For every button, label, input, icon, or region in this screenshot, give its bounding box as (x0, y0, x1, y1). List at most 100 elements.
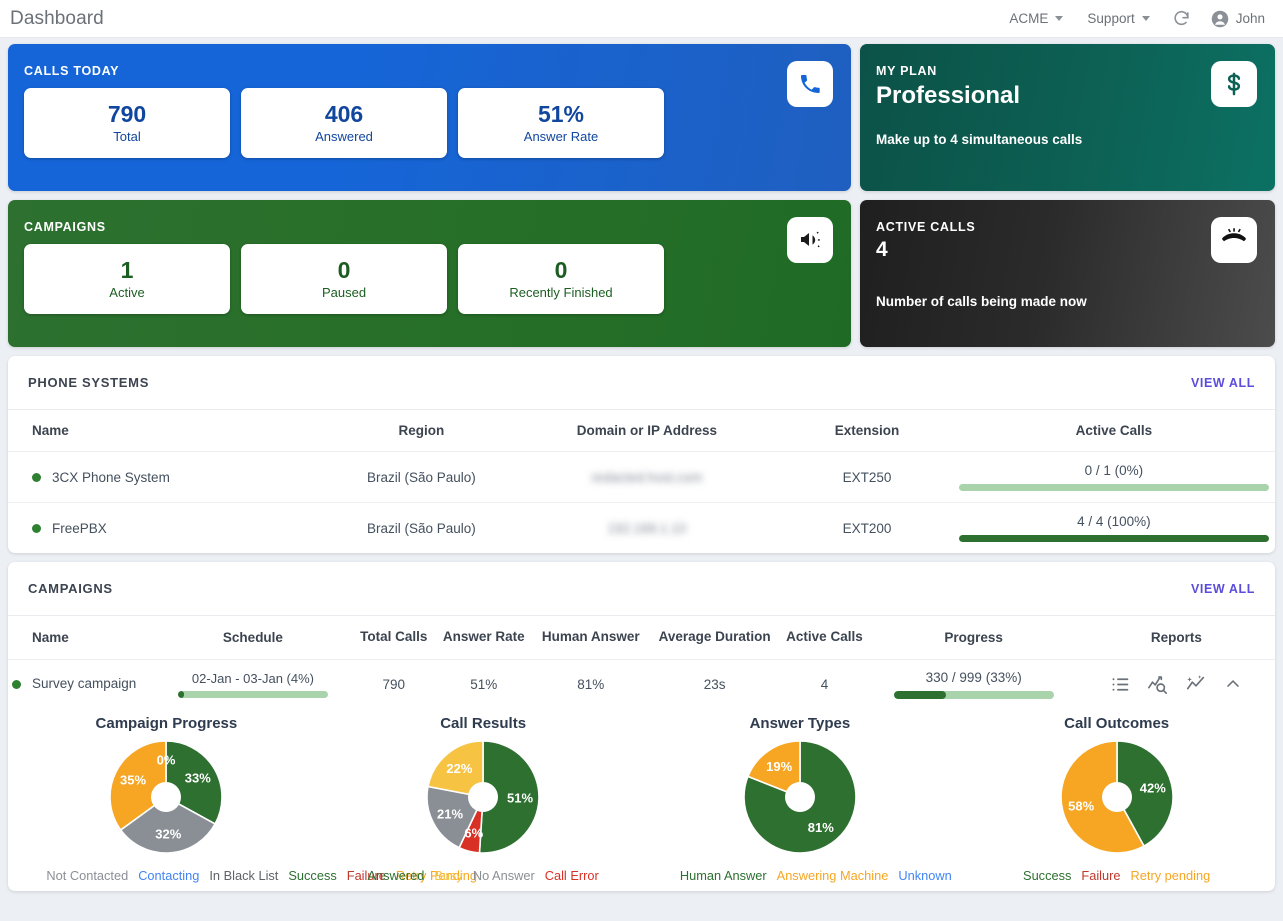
campaigns-view-all[interactable]: VIEW ALL (1191, 582, 1255, 596)
legend-item[interactable]: Unknown (898, 868, 951, 883)
donut-chart: 42% 58% (1058, 738, 1176, 856)
legend-item[interactable]: Contacting (138, 868, 199, 883)
active-calls-label: ACTIVE CALLS (876, 220, 976, 234)
svg-text:81%: 81% (808, 820, 834, 835)
chart-title: Campaign Progress (95, 714, 238, 732)
chart-legend: Not Contacted Contacting In Black List Succ… (41, 864, 477, 887)
dollar-icon (1211, 61, 1257, 107)
legend-item[interactable]: Call Error (545, 868, 599, 883)
column-header-active-calls: Active Calls (779, 616, 870, 660)
legend-item[interactable]: Failure (1081, 868, 1120, 883)
megaphone-icon (787, 217, 833, 263)
campaigns-panel-header: CAMPAIGNS VIEW ALL (8, 562, 1275, 616)
legend-item[interactable]: Busy (434, 868, 462, 883)
my-plan-card[interactable]: MY PLAN Professional Make up to 4 simult… (860, 44, 1275, 191)
chart-call-outcomes: Call Outcomes 42% 58% Success Failure Retry… (958, 715, 1275, 887)
column-header-reports: Reports (1077, 616, 1275, 660)
summary-cards-row-1: CALLS TODAY 790 Total 406 Answered 51% A… (8, 44, 1275, 191)
chart-search-icon[interactable] (1147, 673, 1169, 695)
chevron-down-icon (1141, 16, 1150, 21)
active-calls-card[interactable]: ACTIVE CALLS 4 Number of calls being mad… (860, 200, 1275, 347)
phone-systems-view-all[interactable]: VIEW ALL (1191, 376, 1255, 390)
legend-item[interactable]: Retry pending (1131, 868, 1211, 883)
campaign-charts: Campaign Progress 33% 32% 35% 0% Not Contac… (8, 709, 1275, 891)
status-dot-online (32, 472, 41, 482)
phone-systems-header: PHONE SYSTEMS VIEW ALL (8, 356, 1275, 410)
column-header-name: Name (8, 410, 331, 452)
summary-cards-row-2: CAMPAIGNS 1 Active 0 Paused 0 Recently F… (8, 200, 1275, 347)
phone-system-region: Brazil (São Paulo) (366, 469, 476, 485)
campaign-total-calls: 790 (382, 676, 405, 692)
account-selector[interactable]: ACME (997, 7, 1075, 30)
svg-text:19%: 19% (766, 759, 792, 774)
refresh-icon (1174, 10, 1189, 26)
chart-legend: Success Failure Retry pending (1018, 864, 1215, 887)
campaigns-panel: CAMPAIGNS VIEW ALL Name Schedule Total C… (8, 562, 1275, 892)
chevron-up-icon[interactable] (1223, 674, 1243, 694)
refresh-button[interactable] (1162, 5, 1201, 32)
support-menu[interactable]: Support (1075, 7, 1161, 30)
phone-systems-panel: PHONE SYSTEMS VIEW ALL Name Region Domai… (8, 356, 1275, 553)
support-menu-label: Support (1087, 11, 1135, 26)
avatar-icon (1211, 10, 1228, 27)
column-header-answer-rate: Answer Rate (435, 616, 532, 660)
phone-system-name-cell: 3CX Phone System (32, 470, 324, 485)
phone-systems-title: PHONE SYSTEMS (28, 375, 150, 390)
phone-system-name: FreePBX (52, 520, 107, 536)
svg-text:35%: 35% (120, 773, 146, 788)
campaign-schedule-text: 02-Jan - 03-Jan (4%) (191, 670, 314, 686)
calls-today-label: CALLS TODAY (24, 64, 120, 78)
campaigns-summary-card[interactable]: CAMPAIGNS 1 Active 0 Paused 0 Recently F… (8, 200, 851, 347)
call-log-icon[interactable] (1110, 674, 1131, 695)
status-dot-online (32, 523, 41, 533)
table-row[interactable]: 3CX Phone System Brazil (São Paulo) reda… (8, 451, 1275, 503)
legend-item[interactable]: Answering Machine (777, 868, 889, 883)
page-title: Dashboard (10, 7, 104, 29)
column-header-schedule: Schedule (154, 616, 352, 660)
table-row[interactable]: FreePBX Brazil (São Paulo) 192.168.1.10 … (8, 502, 1275, 554)
column-header-average-duration: Average Duration (649, 616, 780, 660)
chart-title: Call Results (440, 714, 527, 732)
legend-item[interactable]: Human Answer (680, 868, 767, 883)
legend-item[interactable]: Success (1023, 868, 1071, 883)
campaigns-summary-label: CAMPAIGNS (24, 220, 106, 234)
chart-call-results: Call Results 51% 6% 21% 22% Answered Busy No … (325, 715, 642, 887)
campaign-average-duration: 23s (703, 676, 726, 692)
legend-item[interactable]: No Answer (473, 868, 535, 883)
legend-item[interactable]: Not Contacted (46, 868, 128, 883)
phone-system-name: 3CX Phone System (52, 469, 170, 485)
svg-text:0%: 0% (157, 752, 176, 767)
stat-label: Recently Finished (509, 284, 613, 300)
chevron-down-icon (1055, 16, 1064, 21)
stat-value: 406 (324, 101, 364, 128)
phone-icon (787, 61, 833, 107)
top-bar-actions: ACME Support John (997, 5, 1269, 32)
active-calls-text: 0 / 1 (0%) (1084, 463, 1144, 478)
missed-call-icon (1211, 217, 1257, 263)
stat-paused: 0 Paused (241, 244, 447, 314)
active-calls-description: Number of calls being made now (876, 294, 1087, 309)
phone-system-extension: EXT250 (842, 469, 892, 485)
active-calls-bar-fill (958, 535, 1269, 542)
user-name: John (1235, 11, 1265, 26)
chart-campaign-progress: Campaign Progress 33% 32% 35% 0% Not Contac… (8, 714, 477, 887)
donut-chart: 81% 19% (741, 738, 859, 856)
column-header-extension: Extension (781, 410, 953, 452)
campaign-progress-bar (893, 690, 1054, 699)
stat-label: Paused (321, 284, 367, 300)
table-header-row: Name Region Domain or IP Address Extensi… (8, 410, 1275, 452)
campaigns-summary-stats: 1 Active 0 Paused 0 Recently Finished (24, 244, 664, 314)
chart-insights-icon[interactable] (1185, 673, 1207, 695)
column-header-total-calls: Total Calls (351, 616, 436, 660)
column-header-region: Region (330, 410, 513, 452)
user-menu[interactable]: John (1201, 6, 1269, 32)
column-header-address: Domain or IP Address (512, 410, 782, 452)
legend-item[interactable]: Answered (367, 868, 424, 883)
donut-chart: 33% 32% 35% 0% (107, 738, 225, 856)
stat-total: 790 Total (24, 88, 230, 158)
legend-item[interactable]: In Black List (209, 868, 278, 883)
stat-label: Active (109, 284, 145, 300)
calls-today-card[interactable]: CALLS TODAY 790 Total 406 Answered 51% A… (8, 44, 851, 191)
table-row[interactable]: Survey campaign 02-Jan - 03-Jan (4%) 790… (8, 659, 1275, 709)
account-selector-label: ACME (1009, 11, 1049, 26)
